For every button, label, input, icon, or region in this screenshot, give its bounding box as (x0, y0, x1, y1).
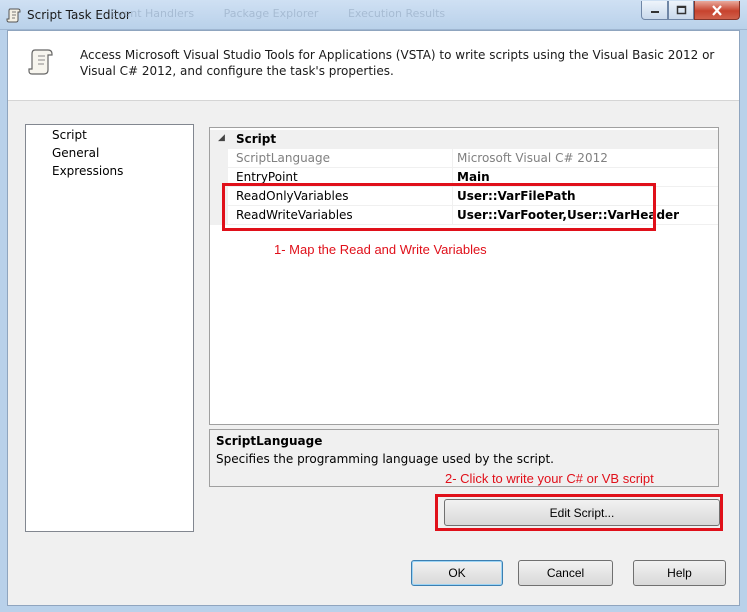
property-grid: ◢ Script ScriptLanguage Microsoft Visual… (209, 127, 719, 425)
property-row-script-language[interactable]: ScriptLanguage Microsoft Visual C# 2012 (210, 149, 718, 168)
nav-item-expressions[interactable]: Expressions (52, 163, 123, 179)
property-value[interactable]: Main (457, 170, 490, 184)
script-icon (6, 7, 22, 23)
annotation-note-variables: 1- Map the Read and Write Variables (274, 242, 487, 257)
category-row-script[interactable]: ◢ Script (210, 130, 718, 149)
maximize-icon (676, 5, 686, 15)
background-tab: Package Explorer (223, 7, 319, 20)
description-title: ScriptLanguage (216, 434, 323, 448)
title-bar[interactable]: Script Task Editor Event Handlers Packag… (0, 0, 747, 30)
category-label: Script (236, 132, 277, 146)
minimize-button[interactable] (641, 1, 668, 20)
script-scroll-icon (28, 47, 54, 80)
property-name: EntryPoint (236, 170, 298, 184)
close-button[interactable] (694, 1, 740, 20)
page-navigation-list: Script General Expressions (25, 124, 194, 532)
nav-item-script[interactable]: Script (52, 127, 87, 143)
description-text: Specifies the programming language used … (216, 452, 554, 466)
help-button[interactable]: Help (633, 560, 726, 586)
dialog-header: Access Microsoft Visual Studio Tools for… (8, 31, 739, 101)
header-description: Access Microsoft Visual Studio Tools for… (80, 48, 715, 78)
property-name: ScriptLanguage (236, 151, 331, 165)
nav-item-general[interactable]: General (52, 145, 99, 161)
collapse-triangle-icon[interactable]: ◢ (218, 133, 225, 143)
ok-button[interactable]: OK (411, 560, 503, 586)
maximize-button[interactable] (668, 1, 694, 20)
dialog-client-area: Access Microsoft Visual Studio Tools for… (7, 30, 740, 606)
background-tabs: Event Handlers Package Explorer Executio… (110, 7, 471, 20)
edit-script-button[interactable]: Edit Script... (444, 499, 720, 526)
close-icon (712, 4, 722, 16)
annotation-note-edit-script: 2- Click to write your C# or VB script (445, 471, 654, 486)
background-tab: Execution Results (347, 7, 446, 20)
minimize-icon (650, 11, 659, 13)
property-value[interactable]: Microsoft Visual C# 2012 (457, 151, 608, 165)
cancel-button[interactable]: Cancel (518, 560, 613, 586)
annotation-highlight-variables (222, 183, 656, 231)
background-tab: Event Handlers (110, 7, 195, 20)
